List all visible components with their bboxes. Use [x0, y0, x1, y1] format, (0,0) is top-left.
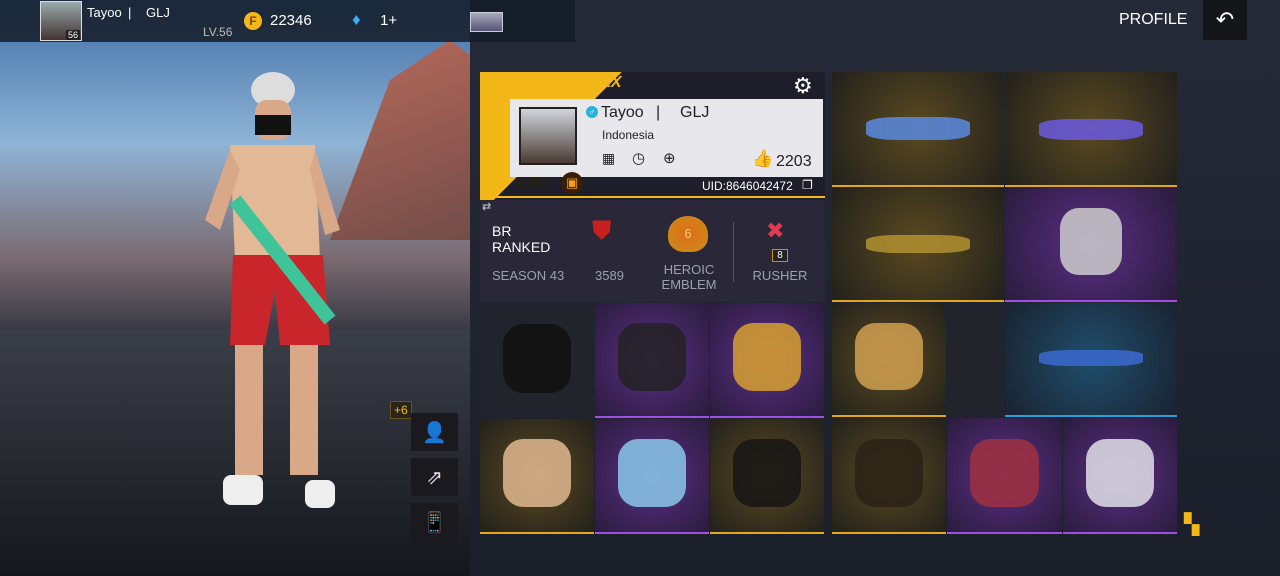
calendar-icon[interactable]: ▦ — [602, 150, 615, 167]
top-bar: 56 Tayoo | GLJ LV.56 F 22346 ♦ 1+ — [0, 0, 575, 42]
avatar-showcase-button[interactable]: 👤 — [411, 413, 458, 451]
outfit-slot-top[interactable] — [480, 303, 594, 418]
outfit-slot-top[interactable] — [832, 418, 946, 534]
membership-card-icon[interactable] — [470, 12, 503, 32]
player-name: Tayoo — [87, 5, 122, 20]
season: SEASON 43 — [492, 268, 565, 283]
rank-badge-icon[interactable]: ⛊ — [592, 215, 612, 247]
divider — [733, 222, 734, 282]
outfit-slot-skin[interactable] — [480, 419, 594, 534]
emblem-label-1: HEROIC — [663, 262, 715, 277]
jacket-item — [732, 323, 802, 392]
character-model[interactable] — [195, 70, 345, 530]
outfit-slot-top[interactable] — [710, 419, 824, 534]
separator: | — [656, 104, 661, 121]
outfit-slot-top[interactable] — [832, 303, 946, 417]
profile-picture[interactable] — [519, 107, 577, 165]
person-icon: 👤 — [422, 421, 447, 444]
coin-icon: F — [244, 12, 262, 30]
jacket-item — [502, 323, 572, 393]
extra-count-badge: +6 — [390, 401, 412, 419]
weapon-slot[interactable] — [1005, 303, 1177, 417]
profile-level: Lv56 — [517, 175, 546, 190]
jacket-item — [854, 323, 924, 391]
profile-region: Indonesia — [602, 128, 655, 142]
like-count: 2203 — [776, 153, 812, 170]
diamond-count[interactable]: 1+ — [380, 12, 397, 29]
rank-points: 3589 — [595, 268, 624, 283]
weapon-slot[interactable] — [832, 188, 1004, 302]
outfit-slot-top[interactable] — [947, 418, 1062, 534]
backpack-slot[interactable] — [1005, 188, 1177, 302]
settings-gear-icon[interactable]: ⚙ — [793, 73, 813, 99]
share-icon: ⇗ — [426, 466, 443, 489]
guild-name: GLJ — [146, 5, 170, 20]
uid: UID:8646042472 — [702, 179, 793, 193]
share-button[interactable]: ⇗ — [411, 458, 458, 496]
role-name: RUSHER — [752, 268, 808, 283]
male-symbol-icon: ♂ — [586, 106, 598, 118]
tank-top-item — [1085, 438, 1155, 507]
edit-layout-icon[interactable]: ▚ — [1184, 512, 1199, 537]
outfit-slot-top[interactable] — [710, 303, 824, 418]
clock-icon[interactable]: ◷ — [632, 149, 645, 167]
undo-arrow-icon: ↶ — [1215, 7, 1235, 32]
separator: | — [128, 5, 132, 20]
weapon-item — [866, 235, 970, 253]
weapon-slot[interactable] — [1005, 72, 1177, 187]
diamond-icon: ♦ — [352, 10, 361, 29]
divider — [480, 196, 825, 198]
backpack-item — [1060, 208, 1122, 276]
profile-name: Tayoo — [601, 104, 644, 121]
copy-icon[interactable]: ❐ — [802, 178, 813, 192]
body-skin-item — [502, 439, 572, 508]
mode-line2: RANKED — [492, 239, 551, 255]
player-level: LV.56 — [203, 25, 233, 39]
shirt-item — [617, 439, 687, 508]
weapon-item — [866, 117, 970, 140]
gift-icon[interactable]: ▣ — [561, 172, 583, 194]
jacket-item — [854, 438, 924, 507]
role-level: 8 — [772, 249, 788, 262]
rotate-phone-button[interactable]: 📱 — [411, 503, 458, 541]
page-title: PROFILE — [1119, 11, 1188, 28]
heroic-emblem-icon[interactable]: 6 — [668, 216, 708, 252]
rusher-role-icon[interactable]: ✖ — [766, 218, 784, 244]
outfit-slot-top[interactable] — [1063, 418, 1177, 534]
avatar-level: 56 — [65, 30, 80, 40]
thumbs-up-icon[interactable]: 👍 — [752, 149, 773, 169]
outfit-slot-top[interactable] — [595, 303, 709, 418]
weapon-item — [1039, 350, 1143, 366]
coin-count[interactable]: 22346 — [270, 12, 312, 29]
jacket-item — [617, 323, 687, 392]
emblem-label-2: EMBLEM — [661, 277, 717, 292]
profile-guild: GLJ — [680, 104, 710, 121]
back-button[interactable]: ↶ — [1203, 0, 1247, 40]
phone-rotate-icon: 📱 — [422, 511, 447, 534]
mode-line1: BR — [492, 223, 512, 239]
switch-mode-icon[interactable]: ⇄ — [482, 200, 491, 213]
empty-slot[interactable] — [947, 303, 1004, 417]
player-avatar[interactable]: 56 — [40, 1, 82, 41]
weapon-item — [1039, 119, 1143, 140]
weapon-slot[interactable] — [832, 72, 1004, 187]
jacket-item — [970, 438, 1039, 507]
jacket-item — [732, 439, 802, 508]
free-fire-max-logo: FREE FIRE MAX — [498, 74, 622, 91]
outfit-slot-top[interactable] — [595, 419, 709, 534]
crosshair-icon[interactable]: ⊕ — [663, 149, 676, 167]
